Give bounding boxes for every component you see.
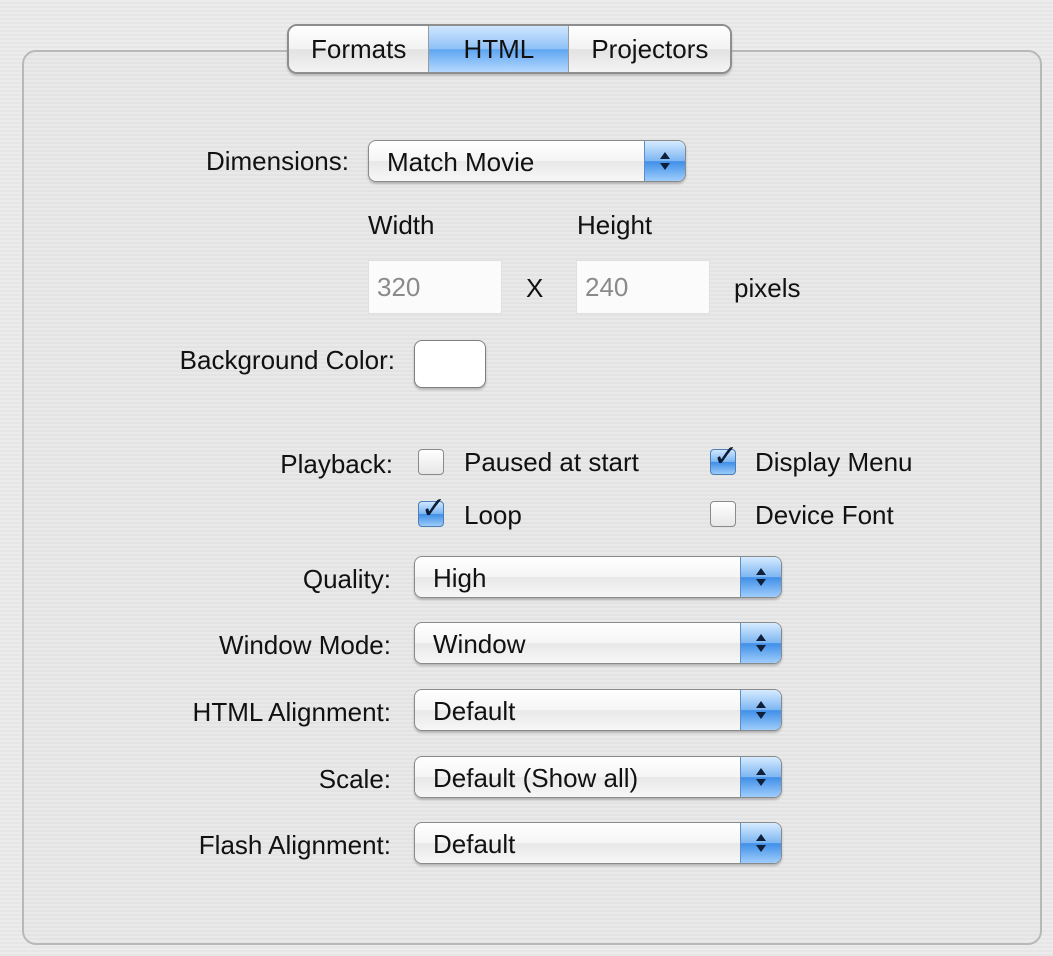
display-menu-checkbox[interactable]: ✓: [710, 442, 738, 475]
width-label: Width: [368, 210, 435, 240]
window-mode-popup[interactable]: Window: [414, 622, 782, 664]
dimensions-value: Match Movie: [387, 147, 535, 177]
scale-popup[interactable]: Default (Show all): [414, 756, 782, 798]
tab-html[interactable]: HTML: [429, 26, 570, 72]
loop-checkbox[interactable]: ✓: [418, 494, 446, 527]
html-alignment-label: HTML Alignment:: [192, 697, 391, 727]
tab-projectors[interactable]: Projectors: [569, 26, 731, 72]
up-down-arrows-icon: [644, 141, 685, 181]
flash-alignment-popup[interactable]: Default: [414, 822, 782, 864]
window-mode-label: Window Mode:: [219, 630, 391, 660]
width-field[interactable]: 320: [368, 260, 502, 314]
up-down-arrows-icon: [740, 823, 781, 863]
x-separator: X: [526, 273, 544, 303]
html-alignment-value: Default: [433, 696, 516, 726]
quality-label: Quality:: [302, 564, 391, 594]
quality-popup[interactable]: High: [414, 556, 782, 598]
loop-label: Loop: [464, 500, 522, 530]
paused-at-start-checkbox[interactable]: [418, 449, 444, 475]
background-color-label: Background Color:: [179, 345, 395, 375]
scale-label: Scale:: [318, 764, 391, 794]
dimensions-label: Dimensions:: [205, 146, 349, 176]
up-down-arrows-icon: [740, 623, 781, 663]
up-down-arrows-icon: [740, 557, 781, 597]
html-alignment-popup[interactable]: Default: [414, 689, 782, 731]
height-field[interactable]: 240: [576, 260, 710, 314]
device-font-checkbox[interactable]: [710, 501, 736, 527]
dimensions-popup[interactable]: Match Movie: [368, 140, 686, 182]
device-font-label: Device Font: [755, 500, 894, 530]
checkmark-icon: ✓: [713, 440, 739, 473]
paused-at-start-label: Paused at start: [464, 447, 639, 477]
pixels-unit-label: pixels: [734, 273, 801, 303]
flash-alignment-label: Flash Alignment:: [198, 830, 391, 860]
tab-formats[interactable]: Formats: [289, 26, 430, 72]
up-down-arrows-icon: [740, 757, 781, 797]
window-mode-value: Window: [433, 629, 526, 659]
quality-value: High: [433, 563, 487, 593]
scale-value: Default (Show all): [433, 763, 639, 793]
background-color-swatch[interactable]: [414, 340, 486, 388]
tab-bar: Formats HTML Projectors: [287, 24, 733, 74]
playback-label: Playback:: [280, 449, 393, 479]
up-down-arrows-icon: [740, 690, 781, 730]
height-label: Height: [577, 210, 653, 240]
display-menu-label: Display Menu: [755, 447, 913, 477]
flash-alignment-value: Default: [433, 829, 516, 859]
settings-panel: [22, 50, 1042, 945]
checkmark-icon: ✓: [421, 492, 447, 525]
